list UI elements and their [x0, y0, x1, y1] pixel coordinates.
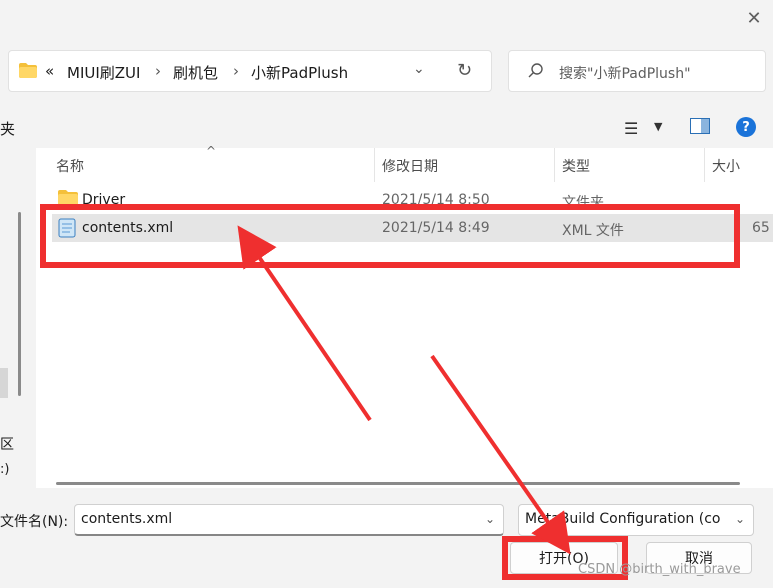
annotation-arrow	[430, 354, 571, 555]
watermark: CSDN @birth_with_brave	[578, 562, 741, 577]
annotation-arrows	[237, 225, 571, 555]
annotation-arrow	[237, 225, 372, 422]
